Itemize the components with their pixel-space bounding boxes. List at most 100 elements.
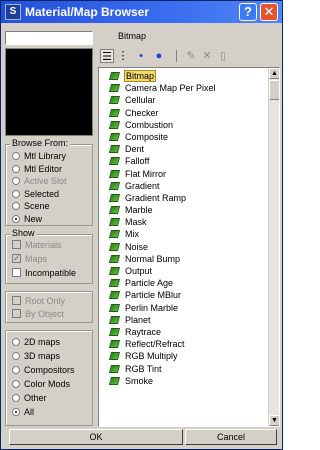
window-title: Material/Map Browser (25, 5, 150, 19)
help-button[interactable]: ? (239, 3, 257, 21)
map-type-icon (108, 72, 121, 80)
ok-button[interactable]: OK (9, 429, 183, 445)
browse-from-scene[interactable]: Scene (12, 200, 50, 212)
map-list-item[interactable]: Mask (99, 216, 269, 228)
map-type-icon (108, 279, 121, 288)
map-name: RGB Multiply (125, 351, 178, 362)
map-list-item[interactable]: Noise (99, 241, 269, 253)
option-label: Color Mods (24, 379, 71, 389)
map-list-item[interactable]: Combustion (99, 119, 269, 131)
map-list-item[interactable]: RGB Tint (99, 363, 269, 375)
radio-button[interactable] (12, 215, 20, 223)
radio-button[interactable] (12, 352, 20, 360)
close-button[interactable]: ✕ (260, 3, 278, 21)
title-bar[interactable]: S Material/Map Browser ? ✕ (1, 1, 282, 23)
map-list-item[interactable]: Camera Map Per Pixel (99, 82, 269, 94)
option-label: 3D maps (24, 351, 61, 361)
map-list-item[interactable]: Falloff (99, 155, 269, 167)
map-type-3d-maps[interactable]: 3D maps (12, 350, 60, 362)
map-type-icon (108, 206, 121, 215)
option-label: By Object (25, 309, 65, 319)
material-map-browser-window: S Material/Map Browser ? ✕ Browse From: … (0, 0, 283, 450)
map-list-item[interactable]: Particle Age (99, 277, 269, 289)
map-name: RGB Tint (125, 363, 162, 374)
map-list-item[interactable]: Mix (99, 228, 269, 240)
map-list-item[interactable]: Output (99, 265, 269, 277)
cancel-button[interactable]: Cancel (185, 429, 277, 445)
show-incompatible[interactable]: Incompatible (12, 267, 76, 279)
map-type-icon (108, 376, 121, 385)
checkbox[interactable] (12, 268, 21, 277)
checkbox (12, 296, 21, 305)
radio-button[interactable] (12, 366, 20, 374)
map-list-item[interactable]: RGB Multiply (99, 350, 269, 362)
radio-button[interactable] (12, 189, 20, 198)
radio-button[interactable] (12, 164, 20, 173)
radio-button[interactable] (12, 394, 20, 402)
map-type-color-mods[interactable]: Color Mods (12, 378, 70, 390)
browse-from-selected[interactable]: Selected (12, 188, 59, 200)
map-list-item[interactable]: Cellular (99, 94, 269, 106)
scroll-thumb[interactable] (269, 80, 279, 100)
map-list-item[interactable]: Particle MBlur (99, 289, 269, 301)
map-type-all[interactable]: All (12, 406, 34, 418)
scroll-up-icon[interactable]: ▲ (269, 68, 279, 79)
scroll-down-icon[interactable]: ▼ (269, 415, 279, 426)
map-list-item[interactable]: Marble (99, 204, 269, 216)
map-name: Smoke (125, 375, 154, 386)
current-path: Bitmap (118, 31, 147, 41)
map-list-item[interactable]: Composite (99, 131, 269, 143)
radio-button[interactable] (12, 380, 20, 388)
map-list-item[interactable]: Bitmap (99, 70, 269, 82)
map-list-item[interactable]: Reflect/Refract (99, 338, 269, 350)
browse-from-mtl-editor[interactable]: Mtl Editor (12, 163, 62, 175)
map-name: Dent (125, 144, 145, 155)
radio-button[interactable] (12, 152, 20, 160)
map-list-item[interactable]: Gradient Ramp (99, 192, 269, 204)
view-list-icons-icon[interactable]: ⋮ (116, 49, 130, 63)
list-scrollbar[interactable]: ▲ ▼ (268, 68, 279, 426)
map-name: Flat Mirror (125, 168, 166, 179)
checkbox (12, 252, 21, 264)
view-small-icons-icon[interactable]: • (134, 49, 148, 63)
radio-button (12, 177, 20, 186)
delete-icon[interactable]: ✕ (200, 49, 214, 63)
map-name: Gradient (125, 180, 160, 191)
map-list-item[interactable]: Checker (99, 107, 269, 119)
radio-button[interactable] (12, 338, 20, 346)
view-large-icons-icon[interactable]: ● (152, 49, 166, 63)
map-list-item[interactable]: Flat Mirror (99, 168, 269, 180)
browse-from-new[interactable]: New (12, 213, 42, 225)
map-list[interactable]: Bitmap Camera Map Per Pixel Cellular Checke… (98, 67, 280, 427)
map-type-icon (108, 84, 121, 93)
map-list-item[interactable]: Gradient (99, 180, 269, 192)
map-type-2d-maps[interactable]: 2D maps (12, 336, 60, 348)
show-materials: Materials (12, 239, 62, 251)
map-list-item[interactable]: Normal Bump (99, 253, 269, 265)
map-list-item[interactable]: Planet (99, 314, 269, 326)
update-scene-materials-icon[interactable]: ✎ (184, 49, 198, 63)
radio-button[interactable] (12, 202, 20, 211)
map-name: Reflect/Refract (125, 339, 185, 350)
name-field[interactable] (5, 31, 93, 45)
map-list-item[interactable]: Dent (99, 143, 269, 155)
map-name: Gradient Ramp (125, 192, 187, 203)
map-list-item[interactable]: Raytrace (99, 326, 269, 338)
map-list-item[interactable]: Perlin Marble (99, 302, 269, 314)
map-name: Particle Age (125, 278, 174, 289)
map-list-item[interactable]: Smoke (99, 375, 269, 387)
map-name: Composite (125, 131, 169, 142)
map-name: Particle MBlur (125, 290, 182, 301)
map-type-compositors[interactable]: Compositors (12, 364, 75, 376)
view-list-icon[interactable]: ☰ (100, 49, 114, 63)
map-name: Mix (125, 229, 139, 240)
browse-from-mtl-library[interactable]: Mtl Library (12, 150, 66, 162)
map-type-icon (108, 230, 121, 239)
clear-library-icon[interactable]: ▯ (216, 49, 230, 63)
map-type-icon (108, 291, 121, 300)
map-preview (5, 48, 93, 136)
map-type-other[interactable]: Other (12, 392, 47, 404)
option-label: Materials (25, 240, 62, 250)
radio-button[interactable] (12, 408, 20, 416)
browse-from-active-slot: Active Slot (12, 175, 67, 187)
